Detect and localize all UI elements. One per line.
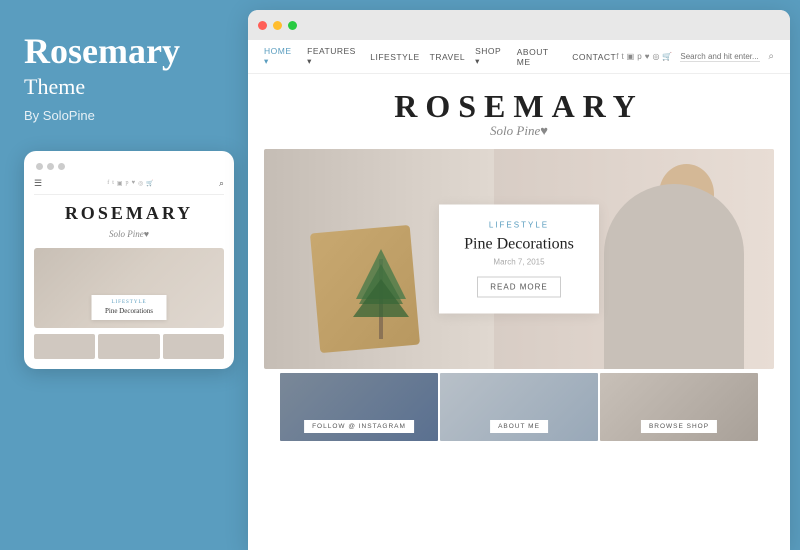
left-panel: Rosemary Theme By SoloPine ☰ f t ▣ p ♥ ◎…	[0, 0, 248, 550]
bottom-thumbnails: FOLLOW @ INSTAGRAM ABOUT ME BROWSE SHOP	[280, 373, 758, 441]
thumbnail-about-label: ABOUT ME	[490, 420, 548, 433]
mobile-hero-image: LIFESTYLE Pine Decorations	[34, 248, 224, 328]
mobile-strip-1	[34, 334, 95, 359]
mobile-search-icon[interactable]: ⌕	[219, 178, 224, 189]
thumbnail-shop[interactable]: BROWSE SHOP	[600, 373, 758, 441]
nav-travel[interactable]: TRAVEL	[430, 52, 465, 62]
website-nav-links: HOME ▾ FEATURES ▾ LIFESTYLE TRAVEL SHOP …	[264, 46, 616, 67]
mobile-nav: ☰ f t ▣ p ♥ ◎ 🛒 ⌕	[34, 178, 224, 195]
hero-overlay-card: LIFESTYLE Pine Decorations March 7, 2015…	[439, 205, 599, 314]
website-logo-cursive: Solo Pine♥	[248, 123, 790, 139]
hero-image: LIFESTYLE Pine Decorations March 7, 2015…	[264, 149, 774, 369]
hamburger-icon[interactable]: ☰	[34, 178, 42, 189]
theme-title: Rosemary Theme By SoloPine	[24, 32, 224, 123]
thumbnail-about[interactable]: ABOUT ME	[440, 373, 598, 441]
hero-card-category: LIFESTYLE	[459, 221, 579, 230]
facebook-icon: f	[107, 180, 109, 187]
website-logo-area: ROSEMARY Solo Pine♥	[248, 74, 790, 149]
mobile-dots	[34, 163, 224, 170]
pinterest-icon: p	[126, 180, 129, 187]
mobile-bottom-strip	[34, 334, 224, 359]
website-search-input[interactable]	[680, 52, 760, 62]
mobile-logo: ROSEMARY Solo Pine♥	[34, 203, 224, 242]
thumbnail-shop-label: BROWSE SHOP	[641, 420, 717, 433]
title-text: Rosemary	[24, 32, 224, 72]
mobile-logo-sub: Solo Pine♥	[109, 229, 149, 239]
website-twitter-icon: t	[621, 52, 623, 61]
nav-shop[interactable]: SHOP ▾	[475, 46, 507, 67]
mobile-logo-text: ROSEMARY	[34, 203, 224, 224]
mobile-strip-3	[163, 334, 224, 359]
instagram-icon: ▣	[117, 180, 123, 187]
website-heart-icon: ♥	[645, 52, 650, 61]
rss-icon: ◎	[138, 180, 143, 187]
mobile-card-title: Pine Decorations	[100, 307, 159, 315]
hero-section: LIFESTYLE Pine Decorations March 7, 2015…	[264, 149, 774, 550]
mobile-social-icons: f t ▣ p ♥ ◎ 🛒	[107, 180, 154, 187]
mobile-overlay-card: LIFESTYLE Pine Decorations	[92, 295, 167, 320]
website-search-icon[interactable]: ⌕	[768, 51, 774, 62]
website-nav-right: f t ▣ p ♥ ◎ 🛒 ⌕	[616, 51, 774, 62]
browser-mockup: HOME ▾ FEATURES ▾ LIFESTYLE TRAVEL SHOP …	[248, 10, 790, 550]
website-instagram-icon: ▣	[627, 52, 635, 61]
nav-home[interactable]: HOME ▾	[264, 46, 297, 67]
hero-card-date: March 7, 2015	[459, 258, 579, 267]
website-cart-icon[interactable]: 🛒	[662, 52, 672, 61]
nav-contact[interactable]: CONTACT	[572, 52, 616, 62]
thumbnail-instagram[interactable]: FOLLOW @ INSTAGRAM	[280, 373, 438, 441]
nav-about[interactable]: ABOUT ME	[517, 47, 563, 67]
mobile-card-category: LIFESTYLE	[100, 300, 159, 305]
cart-icon: 🛒	[146, 180, 153, 187]
thumbnail-instagram-label: FOLLOW @ INSTAGRAM	[304, 420, 414, 433]
mobile-dot-3	[58, 163, 65, 170]
website-social-icons: f t ▣ p ♥ ◎ 🛒	[616, 52, 672, 61]
subtitle-text: Theme	[24, 74, 224, 100]
browser-titlebar	[248, 10, 790, 40]
mobile-dot-1	[36, 163, 43, 170]
twitter-icon: t	[112, 180, 114, 187]
nav-features[interactable]: FEATURES ▾	[307, 46, 360, 67]
browser-minimize-dot[interactable]	[273, 21, 282, 30]
hero-read-more-button[interactable]: READ MORE	[477, 277, 560, 298]
website-nav: HOME ▾ FEATURES ▾ LIFESTYLE TRAVEL SHOP …	[248, 40, 790, 74]
website-facebook-icon: f	[616, 52, 618, 61]
hero-card-title: Pine Decorations	[459, 236, 579, 254]
mobile-dot-2	[47, 163, 54, 170]
nav-lifestyle[interactable]: LIFESTYLE	[370, 52, 419, 62]
hero-person-body	[604, 184, 744, 369]
mobile-mockup: ☰ f t ▣ p ♥ ◎ 🛒 ⌕ ROSEMARY Solo Pine♥ LI…	[24, 151, 234, 369]
browser-maximize-dot[interactable]	[288, 21, 297, 30]
heart-icon: ♥	[132, 180, 136, 187]
website-rss-icon: ◎	[652, 52, 659, 61]
hero-pine-decoration	[341, 239, 421, 339]
mobile-strip-2	[98, 334, 159, 359]
author-text: By SoloPine	[24, 108, 224, 123]
browser-content: HOME ▾ FEATURES ▾ LIFESTYLE TRAVEL SHOP …	[248, 40, 790, 550]
website-pinterest-icon: p	[637, 52, 641, 61]
website-logo-text: ROSEMARY	[248, 88, 790, 125]
browser-close-dot[interactable]	[258, 21, 267, 30]
